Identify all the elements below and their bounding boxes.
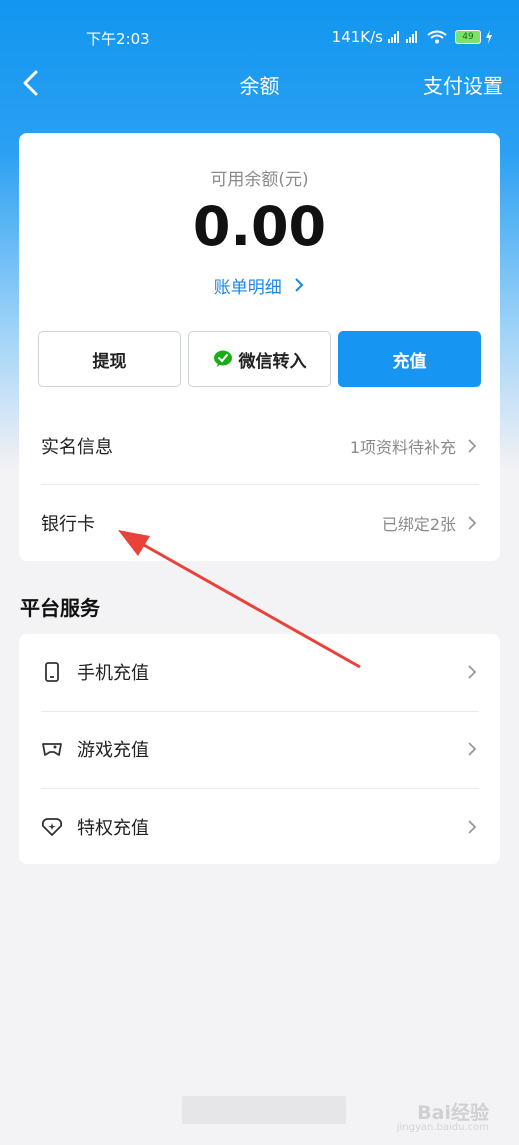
chevron-right-icon (295, 278, 304, 292)
watermark-url: jingyan.baidu.com (396, 1122, 489, 1133)
real-name-info-status: 1项资料待补充 (349, 438, 456, 457)
bank-card-row[interactable]: 银行卡 已绑定2张 (41, 504, 478, 542)
wechat-icon (213, 350, 232, 367)
bank-card-label: 银行卡 (41, 514, 95, 535)
top-up-label: 充值 (392, 351, 427, 372)
chevron-right-icon (468, 742, 477, 756)
gamepad-icon (42, 743, 62, 756)
bank-card-status-group: 已绑定2张 (382, 511, 478, 535)
signal-icon (388, 31, 417, 43)
wechat-transfer-label: 微信转入 (238, 351, 307, 372)
status-bar: 下午2:03 141K/s 49 (0, 22, 519, 56)
game-top-up-row[interactable]: 游戏充值 (41, 729, 478, 769)
top-up-button[interactable]: 充值 (338, 331, 481, 387)
withdraw-button[interactable]: 提现 (38, 331, 181, 387)
battery-icon: 49 (455, 30, 481, 44)
chevron-right-icon (468, 516, 477, 530)
charging-icon (486, 30, 492, 44)
wechat-transfer-button[interactable]: 微信转入 (188, 331, 331, 387)
wifi-icon (427, 30, 447, 44)
platform-services-card: 手机充值 游戏充值 特权充值 (19, 634, 500, 864)
phone-top-up-row[interactable]: 手机充值 (41, 652, 478, 692)
balance-label: 可用余额(元) (210, 170, 309, 190)
divider (41, 711, 479, 712)
withdraw-label: 提现 (92, 351, 127, 372)
platform-services-title: 平台服务 (20, 596, 100, 620)
chevron-right-icon (468, 439, 477, 453)
chevron-right-icon (468, 820, 477, 834)
divider (41, 484, 479, 485)
privilege-heart-icon (41, 818, 63, 836)
bank-card-status: 已绑定2张 (381, 515, 456, 534)
game-top-up-label: 游戏充值 (77, 740, 149, 761)
real-name-info-status-group: 1项资料待补充 (350, 434, 478, 458)
balance-card: 可用余额(元) 0.00 账单明细 提现 微信转入 充值 实名信息 1项资料待补… (19, 133, 500, 561)
chevron-right-icon (468, 665, 477, 679)
real-name-info-label: 实名信息 (41, 437, 113, 458)
phone-icon (45, 662, 59, 682)
watermark-logo: Bai经验 (417, 1102, 489, 1124)
balance-amount: 0.00 (192, 195, 327, 258)
bill-details-link[interactable]: 账单明细 (19, 273, 500, 298)
network-speed: 141K/s (331, 28, 383, 46)
bill-details-label: 账单明细 (213, 278, 282, 298)
phone-top-up-label: 手机充值 (77, 663, 149, 684)
privilege-top-up-row[interactable]: 特权充值 (41, 807, 478, 847)
blurred-footer (182, 1096, 346, 1124)
real-name-info-row[interactable]: 实名信息 1项资料待补充 (41, 427, 478, 465)
divider (41, 788, 479, 789)
status-indicators: 141K/s 49 (332, 28, 493, 46)
privilege-top-up-label: 特权充值 (77, 818, 149, 839)
payment-settings-link[interactable]: 支付设置 (423, 70, 503, 99)
status-time: 下午2:03 (86, 30, 150, 48)
nav-bar: 余额 支付设置 (0, 58, 519, 108)
